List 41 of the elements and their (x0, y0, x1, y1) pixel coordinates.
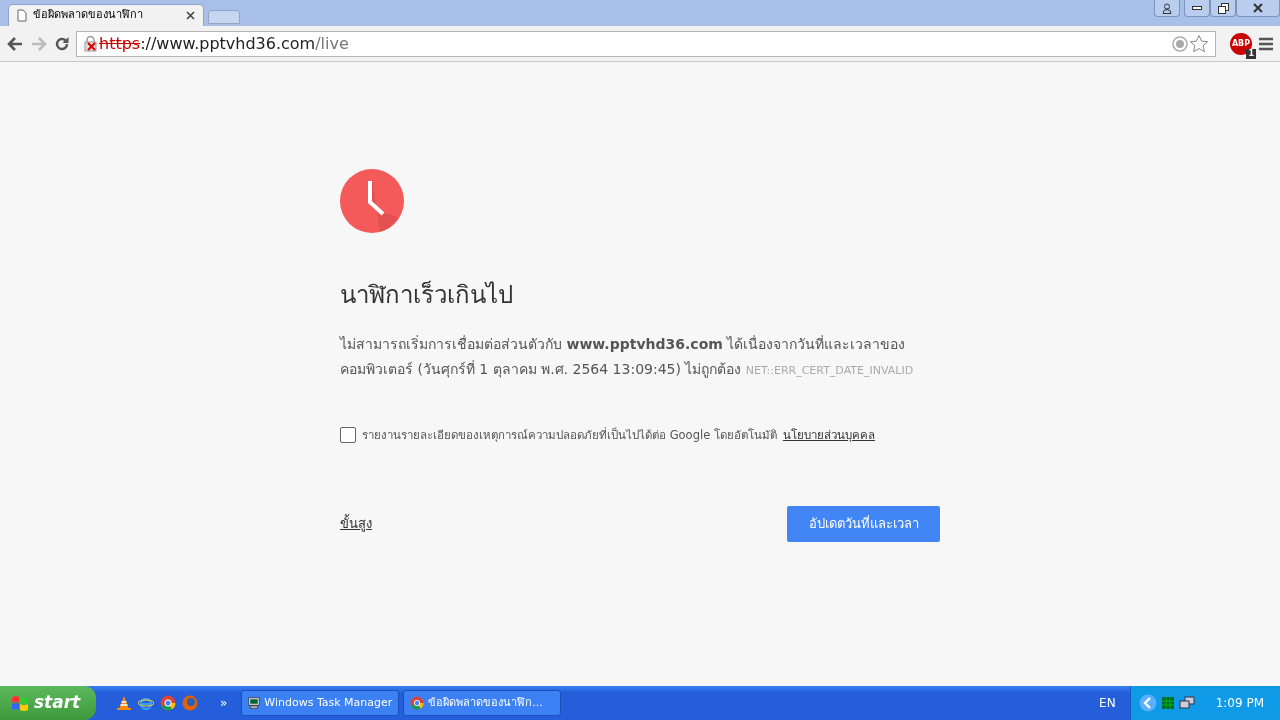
windows-flag-icon (10, 694, 30, 712)
person-icon (1162, 2, 1172, 14)
error-heading: นาฬิกาเร็วเกินไป (340, 281, 514, 310)
close-icon[interactable] (186, 11, 195, 20)
minimize-button[interactable] (1184, 0, 1210, 17)
report-checkbox[interactable] (340, 427, 356, 444)
clock-text: 1:09 PM (1215, 695, 1264, 712)
advanced-link[interactable]: ขั้นสูง (340, 514, 372, 534)
tab-title: ข้อผิดพลาดของนาฬิกา (33, 7, 144, 24)
chrome-icon[interactable] (160, 695, 176, 711)
address-bar[interactable]: https://www.pptvhd36.com/live (76, 30, 1216, 57)
back-icon[interactable] (6, 35, 24, 52)
menu-icon[interactable] (1258, 36, 1274, 51)
overflow-chevron[interactable]: » (220, 694, 228, 712)
taskbar-button[interactable]: ข้อผิดพลาดของนาฬิก... (403, 690, 562, 716)
update-button[interactable]: อัปเดตวันที่และเวลา (787, 506, 940, 543)
chrome-icon (410, 696, 425, 710)
network-icon[interactable] (1178, 696, 1195, 710)
language-indicator[interactable]: EN (1099, 694, 1116, 712)
broken-lock-icon (83, 35, 99, 52)
error-message: ไม่สามารถเริ่มการเชื่อมต่อส่วนตัวกับ www.pptvhd36.com ได้เนื่องจากวันที่และเวลาของคอมพิวเตอร์ (วันศุกร์ที่ 1 ตุลาคม พ.ศ. 2564 13:09:45) ไม่ถูกต้อง NET::ERR_CERT_DATE_INVALID (340, 334, 915, 380)
reload-icon[interactable] (54, 35, 70, 52)
minimize-icon (1192, 6, 1202, 10)
user-button[interactable] (1154, 0, 1180, 17)
close-button[interactable] (1236, 0, 1280, 17)
computer-icon (248, 695, 261, 711)
browser-e-icon[interactable] (138, 695, 154, 711)
report-label: รายงานรายละเอียดของเหตุการณ์ความปลอดภัยที่เป็นไปได้ต่อ Google โดยอัตโนมัติ (362, 426, 777, 444)
count-badge: 1 (1246, 48, 1256, 59)
restore-icon (1217, 2, 1229, 14)
traffic-cone-icon[interactable] (116, 695, 132, 711)
star-icon[interactable] (1189, 33, 1209, 54)
close-icon (1253, 3, 1263, 13)
url-text[interactable]: https://www.pptvhd36.com/live (99, 31, 349, 56)
restore-button[interactable] (1210, 0, 1236, 17)
browser-tab[interactable]: ข้อผิดพลาดของนาฬิกา (8, 4, 204, 26)
clock-icon (340, 169, 404, 233)
taskbar-button[interactable]: Windows Task Manager (241, 690, 400, 716)
page-icon (17, 9, 27, 22)
chevron-left-icon[interactable] (1138, 694, 1157, 712)
privacy-link[interactable]: นโยบายส่วนบุคคล (782, 426, 875, 445)
